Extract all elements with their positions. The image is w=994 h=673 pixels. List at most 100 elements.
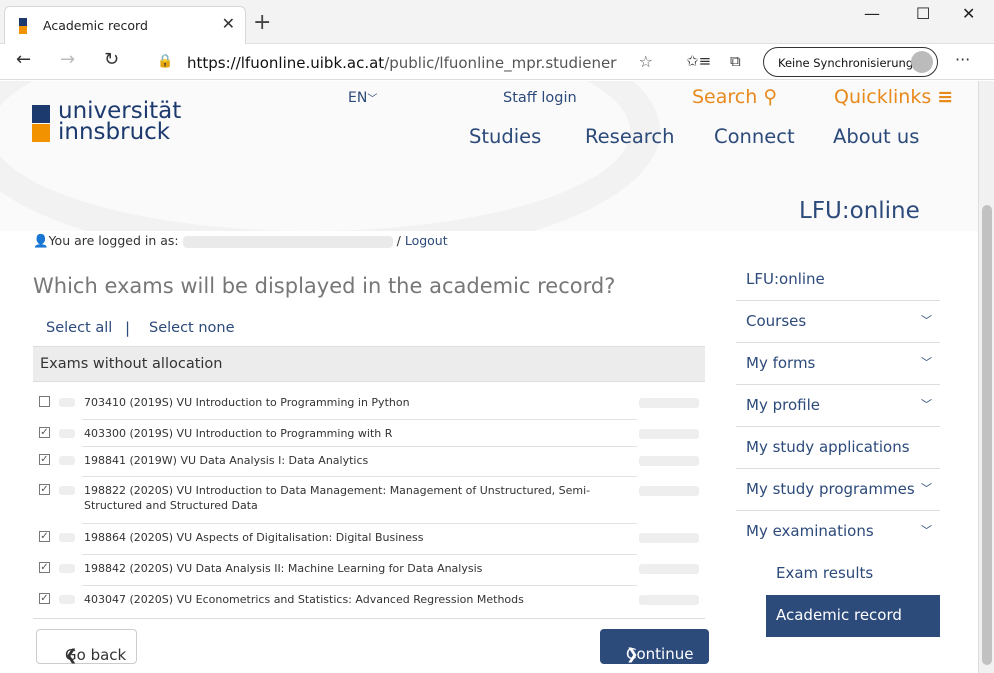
nav-studies[interactable]: Studies xyxy=(469,125,541,148)
sidebar-item-my-examinations[interactable]: My examinations ﹀ xyxy=(736,511,940,553)
sidebar-item-lfuonline[interactable]: LFU:online xyxy=(736,259,940,301)
chevron-down-icon: ﹀ xyxy=(921,398,932,411)
exam-number-redacted xyxy=(59,533,75,542)
close-tab-icon[interactable]: ✕ xyxy=(222,14,235,33)
sidebar-item-label: LFU:online xyxy=(746,270,825,288)
exam-label: 403047 (2020S) VU Econometrics and Stati… xyxy=(84,593,524,606)
favorites-list-icon[interactable]: ✩≡ xyxy=(686,52,711,70)
sync-label: Keine Synchronisierung xyxy=(778,56,914,70)
select-all-link[interactable]: Select all xyxy=(46,320,112,336)
exam-number-redacted xyxy=(59,429,75,438)
close-window-icon[interactable]: ✕ xyxy=(962,4,975,23)
browser-tab-bar: Academic record ✕ + — ☐ ✕ xyxy=(0,0,994,44)
exam-checkbox[interactable]: ✓ xyxy=(39,531,50,542)
exam-label: 198864 (2020S) VU Aspects of Digitalisat… xyxy=(84,531,424,544)
exam-checkbox[interactable]: ✓ xyxy=(39,562,50,573)
username-redacted xyxy=(182,235,393,248)
search-icon: ⚲ xyxy=(763,86,778,108)
portal-title: LFU:online xyxy=(799,198,920,224)
exam-row: ✓ 198864 (2020S) VU Aspects of Digitalisa… xyxy=(33,524,705,555)
exam-number-redacted xyxy=(59,486,75,495)
menu-icon: ≡ xyxy=(937,86,954,108)
favicon-icon xyxy=(19,18,27,34)
forward-arrow-icon[interactable]: → xyxy=(60,49,75,70)
language-selector[interactable]: EN﹀ xyxy=(348,90,377,106)
collections-icon[interactable]: ⧉ xyxy=(730,52,741,70)
exam-label: 403300 (2019S) VU Introduction to Progra… xyxy=(84,427,393,440)
browser-tab[interactable]: Academic record ✕ xyxy=(4,6,246,44)
reload-icon[interactable]: ↻ xyxy=(104,49,119,70)
link-separator: | xyxy=(125,319,131,337)
exam-checkbox[interactable]: ✓ xyxy=(39,484,50,495)
sidebar-item-exam-results[interactable]: Exam results xyxy=(736,553,940,595)
chevron-down-icon: ﹀ xyxy=(921,356,932,369)
sidebar-item-my-study-programmes[interactable]: My study programmes ﹀ xyxy=(736,469,940,511)
nav-research[interactable]: Research xyxy=(585,125,674,148)
sidebar-item-label: My study applications xyxy=(746,438,910,456)
exam-label: 198822 (2020S) VU Introduction to Data M… xyxy=(84,484,591,512)
sidebar-item-label: Academic record xyxy=(776,606,902,624)
exam-row: ✓ 198822 (2020S) VU Introduction to Data … xyxy=(33,477,705,524)
sidebar-item-my-study-applications[interactable]: My study applications xyxy=(736,427,940,469)
exam-checkbox[interactable]: ✓ xyxy=(39,454,50,465)
sidebar-item-label: Courses xyxy=(746,312,807,330)
exam-row: ✓ 403047 (2020S) VU Econometrics and Stat… xyxy=(33,586,705,617)
exam-row: ✓ 403300 (2019S) VU Introduction to Progr… xyxy=(33,420,705,447)
exam-date-redacted xyxy=(639,564,699,574)
exam-checkbox[interactable]: ✓ xyxy=(39,593,50,604)
quicklinks-button[interactable]: Quicklinks ≡ xyxy=(834,86,953,108)
exam-checkbox[interactable]: ✓ xyxy=(39,427,50,438)
exam-row: 703410 (2019S) VU Introduction to Progra… xyxy=(33,389,705,420)
logout-link[interactable]: Logout xyxy=(405,233,448,248)
profile-avatar-icon xyxy=(911,51,933,73)
logo-line2: innsbruck xyxy=(58,119,171,145)
sidebar-item-courses[interactable]: Courses ﹀ xyxy=(736,301,940,343)
sidebar-item-my-forms[interactable]: My forms ﹀ xyxy=(736,343,940,385)
go-back-button[interactable]: ❮ Go back xyxy=(36,629,137,664)
exam-date-redacted xyxy=(639,533,699,543)
exam-label: 198842 (2020S) VU Data Analysis II: Mach… xyxy=(84,562,483,575)
group-header-label: Exams without allocation xyxy=(40,356,223,372)
minimize-icon[interactable]: — xyxy=(864,4,880,23)
quicklinks-label: Quicklinks xyxy=(834,86,932,108)
lang-label: EN xyxy=(348,90,368,106)
scrollbar-thumb[interactable] xyxy=(982,205,992,665)
exam-number-redacted xyxy=(59,595,75,604)
sidebar-item-my-profile[interactable]: My profile ﹀ xyxy=(736,385,940,427)
exam-date-redacted xyxy=(639,429,699,439)
tab-title: Academic record xyxy=(43,18,148,33)
sidebar-item-label: My study programmes xyxy=(746,480,915,498)
exam-label: 703410 (2019S) VU Introduction to Progra… xyxy=(84,396,410,409)
login-info: 👤You are logged in as: / Logout xyxy=(33,233,448,248)
exam-label: 198841 (2019W) VU Data Analysis I: Data … xyxy=(84,454,369,467)
exam-number-redacted xyxy=(59,564,75,573)
maximize-icon[interactable]: ☐ xyxy=(916,4,930,23)
address-bar[interactable]: 🔒 https://lfuonline.uibk.ac.at/public/lf… xyxy=(142,47,666,77)
search-label: Search xyxy=(692,86,758,108)
exam-row: ✓ 198842 (2020S) VU Data Analysis II: Mac… xyxy=(33,555,705,586)
nav-connect[interactable]: Connect xyxy=(714,125,795,148)
exam-number-redacted xyxy=(59,456,75,465)
sidebar-item-academic-record[interactable]: Academic record xyxy=(766,595,940,637)
select-none-link[interactable]: Select none xyxy=(149,320,235,336)
new-tab-icon[interactable]: + xyxy=(253,10,271,35)
chevron-down-icon: ﹀ xyxy=(921,314,932,327)
staff-login-link[interactable]: Staff login xyxy=(503,90,577,106)
exam-row: ✓ 198841 (2019W) VU Data Analysis I: Data… xyxy=(33,447,705,477)
sync-button[interactable]: Keine Synchronisierung xyxy=(763,47,938,77)
url-host: https://lfuonline.uibk.ac.at xyxy=(187,54,385,72)
chevron-down-icon: ﹀ xyxy=(921,482,932,495)
exam-checkbox[interactable] xyxy=(39,396,50,407)
search-button[interactable]: Search ⚲ xyxy=(692,86,777,108)
continue-button[interactable]: Continue ❯ xyxy=(600,629,709,664)
nav-about-us[interactable]: About us xyxy=(833,125,919,148)
web-page: universität innsbruck EN﹀ Staff login Sea… xyxy=(0,81,978,673)
favorite-star-icon[interactable]: ☆ xyxy=(639,52,653,71)
page-title: Which exams will be displayed in the aca… xyxy=(33,274,616,298)
exam-date-redacted xyxy=(639,398,699,408)
chevron-down-icon: ﹀ xyxy=(367,94,378,105)
page-scrollbar[interactable] xyxy=(978,81,994,673)
divider xyxy=(33,618,705,619)
back-arrow-icon[interactable]: ← xyxy=(16,49,31,70)
more-menu-icon[interactable]: ··· xyxy=(955,50,970,69)
